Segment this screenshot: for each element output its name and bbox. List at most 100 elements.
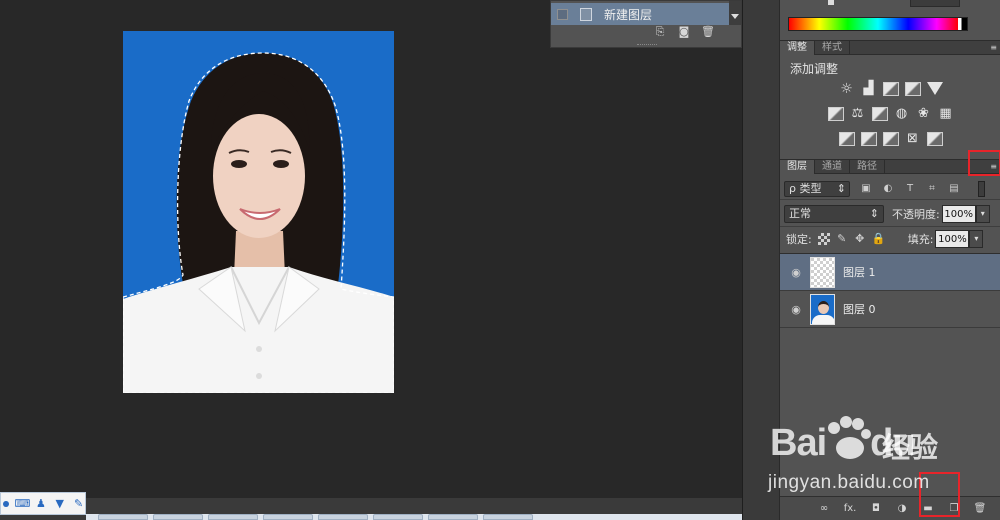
history-scrollbar[interactable] [729,1,741,25]
lock-position-icon[interactable]: ✥ [854,233,866,245]
black-white-icon[interactable] [871,107,888,121]
adjustment-layer-icon[interactable]: ◑ [895,503,909,515]
layer-thumbnail-photo [810,293,835,325]
taskbar-item[interactable] [98,514,148,520]
taskbar-item[interactable] [428,514,478,520]
history-state-label: 新建图层 [604,7,653,22]
taskbar-item[interactable] [263,514,313,520]
taskbar-item[interactable] [483,514,533,520]
taskbar-item[interactable] [373,514,423,520]
filter-shape-icon[interactable]: ⌗ [926,183,938,195]
fx-icon[interactable]: fx. [843,503,857,515]
mask-icon[interactable]: ◘ [869,503,883,515]
color-value-field[interactable] [910,0,960,7]
thumbnail-shirt [812,314,834,324]
tab-adjustments[interactable]: 调整 [780,41,815,55]
history-panel: 新建图层 ⎘ ◙ 🗑 [550,0,742,48]
link-icon[interactable]: ∞ [817,503,831,515]
chevron-updown-icon: ⇕ [869,207,879,220]
history-toolbar: ⎘ ◙ 🗑 [551,26,741,42]
blend-opacity-row: 正常 ⇕ 不透明度: 100% ▾ [784,204,998,224]
filter-pixel-icon[interactable]: ▣ [860,183,872,195]
levels-icon[interactable]: ▟ [861,82,877,96]
lock-all-icon[interactable]: 🔒 [872,233,886,245]
layer-row-layer-1[interactable]: ◉ 图层 1 [780,254,1000,291]
ime-toolbar: ⌨ ♟ ▼ ✎ [0,492,86,515]
thumbnail-face [818,300,829,314]
layer-name[interactable]: 图层 0 [843,301,876,317]
filter-adjustment-icon[interactable]: ◐ [882,183,894,195]
gradient-map-icon[interactable] [926,132,943,146]
layer-row-layer-0[interactable]: ◉ 图层 0 [780,291,1000,328]
color-balance-icon[interactable]: ⚖ [850,107,866,121]
layers-list: ◉ 图层 1 ◉ 图层 0 [780,253,1000,493]
adjustments-row-1: ☼ ▟ [780,82,1000,96]
opacity-label: 不透明度: [892,208,940,221]
adjustments-tabbar: 调整 样式 ≡ [780,40,1000,55]
skin-shirt-icon[interactable]: ▼ [53,497,66,511]
panel-menu-icon[interactable]: ≡ [985,43,997,52]
chevron-updown-icon: ⇕ [836,181,846,195]
panel-resize-grip[interactable] [637,44,657,47]
color-panel [780,0,1000,40]
taskbar-item[interactable] [318,514,368,520]
selective-color-icon[interactable]: ⊠ [905,132,921,146]
tab-paths[interactable]: 路径 [850,160,885,174]
trash-icon[interactable]: 🗑 [701,26,715,38]
os-taskbar [86,514,742,520]
document-canvas[interactable] [0,0,742,498]
invert-icon[interactable] [838,132,855,146]
filter-type-icon[interactable]: T [904,183,916,195]
fill-input[interactable]: 100% [935,230,970,248]
exposure-icon[interactable] [904,82,921,96]
ime-dot-icon[interactable] [3,500,9,507]
blend-mode-select[interactable]: 正常 ⇕ [784,205,884,223]
adjustments-row-2: ⚖ ◍ ❀ ▦ [780,107,1000,121]
eye-icon[interactable]: ◉ [786,266,806,279]
history-state-new-layer[interactable]: 新建图层 [551,3,729,25]
tab-styles[interactable]: 样式 [815,41,850,55]
layer-filter-row: ρ 类型 ⇕ ▣ ◐ T ⌗ ▤ [784,179,998,198]
collapsed-panel-dock [742,0,779,520]
threshold-icon[interactable] [882,132,899,146]
id-photo[interactable] [123,31,394,393]
layer-filter-kind-label: ρ 类型 [789,181,822,195]
fill-dropdown-icon[interactable]: ▾ [969,230,984,248]
lock-transparent-pixels-icon[interactable] [817,233,830,245]
opacity-dropdown-icon[interactable]: ▾ [975,205,990,223]
adjustments-title: 添加调整 [790,62,839,76]
wrench-icon[interactable]: ✎ [72,497,85,511]
eye-icon[interactable]: ◉ [786,303,806,316]
tab-layers[interactable]: 图层 [780,160,815,174]
channel-mixer-icon[interactable]: ❀ [916,107,932,121]
blend-mode-value: 正常 [789,207,811,220]
color-lookup-icon[interactable]: ▦ [938,107,954,121]
layer-filter-kind-select[interactable]: ρ 类型 ⇕ [784,180,850,197]
lock-image-pixels-icon[interactable]: ✎ [836,233,848,245]
curves-icon[interactable] [882,82,899,96]
layer-name[interactable]: 图层 1 [843,264,876,280]
camera-icon[interactable]: ◙ [677,26,691,38]
document-icon [580,7,592,21]
scroll-down-arrow-icon[interactable] [731,14,739,19]
keyboard-icon[interactable]: ⌨ [15,497,31,511]
opacity-input[interactable]: 100% [941,205,976,223]
posterize-icon[interactable] [860,132,877,146]
color-slider-knob[interactable] [828,0,834,5]
taskbar-item[interactable] [208,514,258,520]
tab-channels[interactable]: 通道 [815,160,850,174]
color-spectrum-bar[interactable] [788,17,968,31]
portrait-image [123,31,394,393]
new-document-from-state-icon[interactable]: ⎘ [653,26,667,38]
user-icon[interactable]: ♟ [35,497,48,511]
filter-smart-object-icon[interactable]: ▤ [948,183,960,195]
photo-filter-icon[interactable]: ◍ [894,107,910,121]
delete-layer-icon[interactable]: 🗑 [973,503,987,515]
taskbar-item[interactable] [153,514,203,520]
hue-saturation-icon[interactable] [827,107,844,121]
brightness-contrast-icon[interactable]: ☼ [839,82,855,96]
panel-dock: 调整 样式 ≡ 添加调整 ☼ ▟ ⚖ ◍ ❀ ▦ ⊠ 图层 通道 路径 ≡ ρ … [779,0,1000,520]
snapshot-checkbox[interactable] [557,8,568,20]
vibrance-icon[interactable] [926,82,943,95]
filter-toggle-switch[interactable] [978,180,985,197]
